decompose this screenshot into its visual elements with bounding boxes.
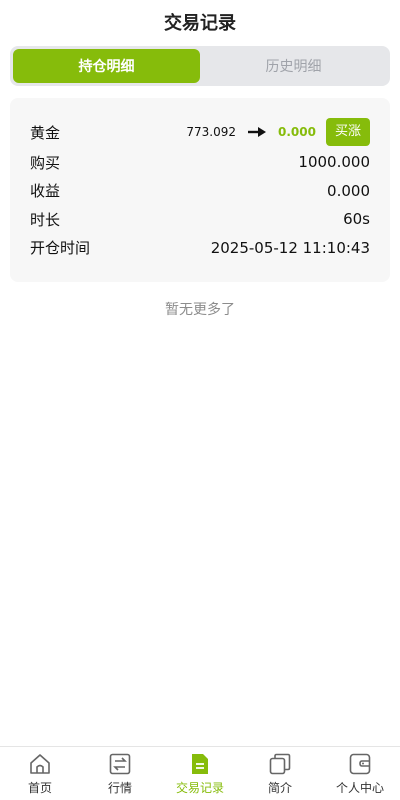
open-price: 773.092 xyxy=(186,125,237,139)
tabbar-item-intro[interactable]: 简介 xyxy=(240,747,320,800)
direction-badge: 买涨 xyxy=(325,118,370,146)
detail-value: 2025-05-12 11:10:43 xyxy=(210,238,370,257)
detail-row-duration: 时长 60s xyxy=(30,205,370,234)
detail-label: 开仓时间 xyxy=(30,239,91,258)
asset-name: 黄金 xyxy=(30,123,61,142)
no-more-text: 暂无更多了 xyxy=(165,302,235,318)
tabbar-item-home[interactable]: 首页 xyxy=(0,747,80,800)
bottom-tabbar: 首页 行情 交易记录 简介 个人中心 xyxy=(0,746,400,800)
current-value: 0.000 xyxy=(278,125,316,139)
price-info: 773.092 0.000 买涨 xyxy=(186,118,370,146)
tabbar-label: 简介 xyxy=(267,780,292,795)
wallet-icon xyxy=(349,753,371,774)
document-icon xyxy=(192,753,208,774)
detail-value: 1000.000 xyxy=(298,153,370,172)
tabbar-item-records[interactable]: 交易记录 xyxy=(160,747,240,800)
tab-holdings[interactable]: 持仓明细 xyxy=(13,49,200,83)
home-icon xyxy=(30,753,50,774)
tabbar-label: 个人中心 xyxy=(335,780,384,795)
detail-value: 0.000 xyxy=(327,181,370,200)
detail-row-profit: 收益 0.000 xyxy=(30,177,370,206)
tabbar-label: 交易记录 xyxy=(175,780,224,795)
detail-row-buy: 购买 1000.000 xyxy=(30,148,370,177)
asset-row: 黄金 773.092 0.000 买涨 xyxy=(30,116,370,148)
tabbar-item-profile[interactable]: 个人中心 xyxy=(320,747,400,800)
detail-label: 时长 xyxy=(30,210,61,229)
detail-row-open-time: 开仓时间 2025-05-12 11:10:43 xyxy=(30,234,370,263)
tabbar-item-market[interactable]: 行情 xyxy=(80,747,160,800)
detail-label: 收益 xyxy=(30,182,61,201)
record-tabs: 持仓明细 历史明细 xyxy=(10,46,390,86)
position-card[interactable]: 黄金 773.092 0.000 买涨 购买 1000.000 收益 0.000… xyxy=(10,98,390,282)
copy-icon xyxy=(269,753,291,774)
tab-history[interactable]: 历史明细 xyxy=(200,49,387,83)
tabbar-label: 行情 xyxy=(107,780,132,795)
app-root: 交易记录 持仓明细 历史明细 黄金 773.092 0.000 买涨 购买 10… xyxy=(0,0,400,800)
tabbar-label: 首页 xyxy=(27,780,52,795)
arrow-right-icon xyxy=(248,127,267,137)
exchange-icon xyxy=(109,753,131,774)
detail-value: 60s xyxy=(343,210,370,229)
detail-label: 购买 xyxy=(30,153,61,172)
page-title: 交易记录 xyxy=(164,13,236,34)
